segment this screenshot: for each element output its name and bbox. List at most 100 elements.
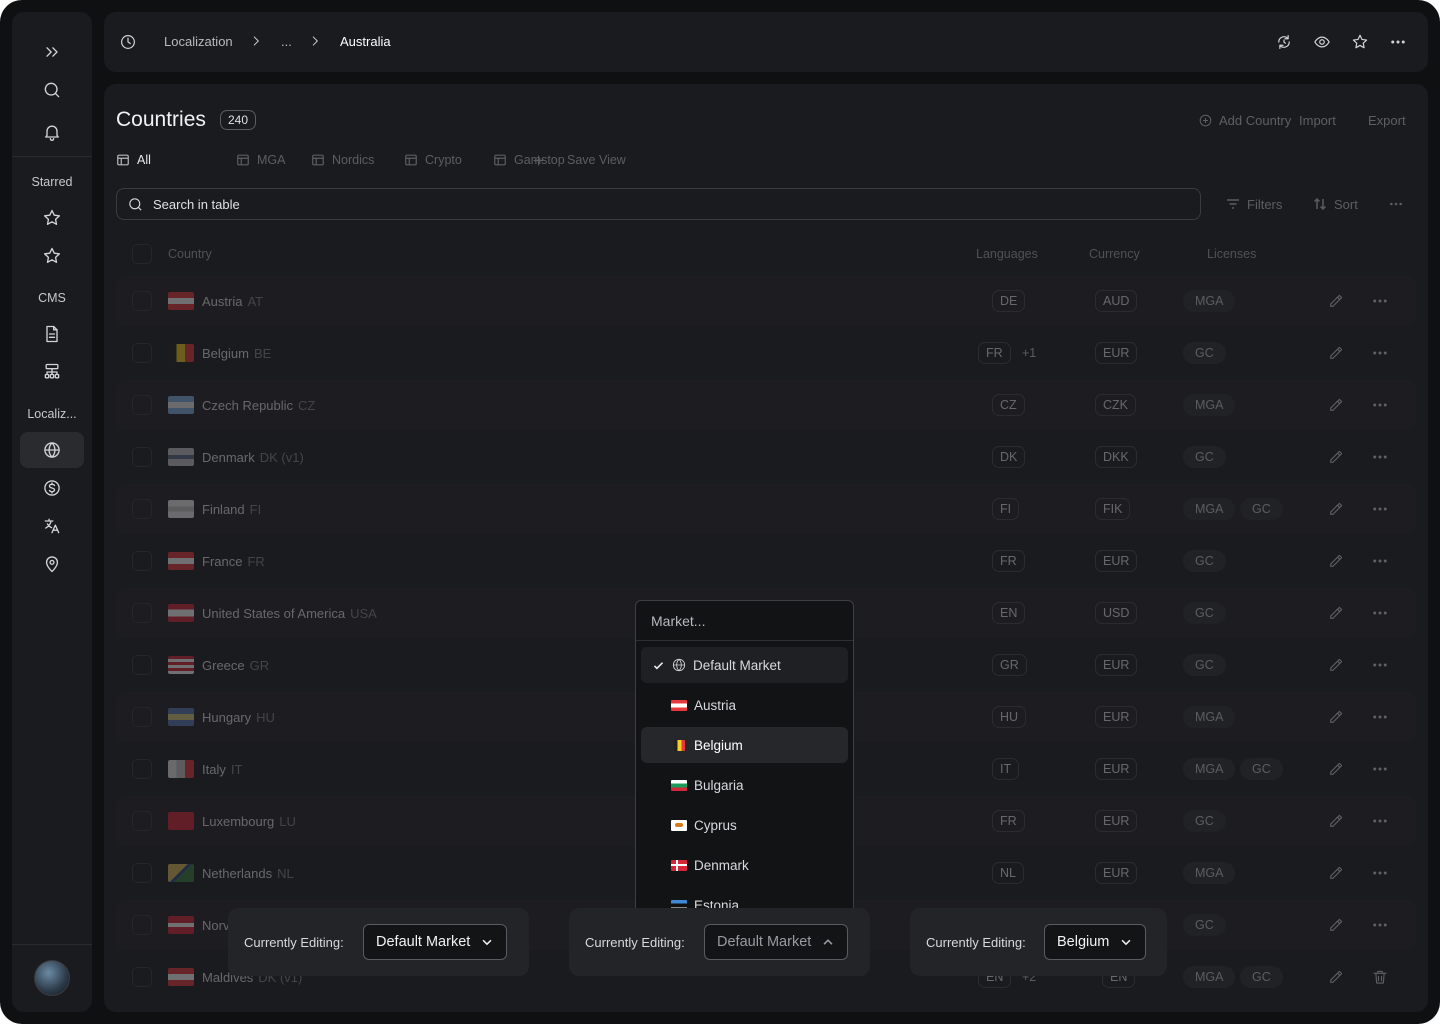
edit-icon[interactable] [1327, 916, 1345, 934]
edit-icon[interactable] [1327, 864, 1345, 882]
edit-icon[interactable] [1327, 500, 1345, 518]
history-icon[interactable] [119, 33, 137, 51]
row-checkbox[interactable] [132, 863, 152, 883]
edit-icon[interactable] [1327, 552, 1345, 570]
table-row[interactable]: Finland FI FI FIK MGA GC [116, 484, 1416, 534]
add-country-button[interactable]: Add Country [1198, 113, 1291, 128]
row-checkbox[interactable] [132, 655, 152, 675]
search-icon[interactable] [32, 72, 72, 108]
row-checkbox[interactable] [132, 291, 152, 311]
currency-icon[interactable] [32, 470, 72, 506]
market-select-open[interactable]: Default Market [704, 924, 849, 960]
tab-crypto[interactable]: Crypto [404, 153, 462, 167]
more-icon[interactable] [1371, 396, 1389, 414]
market-option-belgium[interactable]: Belgium [641, 727, 848, 763]
row-checkbox[interactable] [132, 967, 152, 987]
market-option-default[interactable]: Default Market [641, 647, 848, 683]
table-row[interactable]: France FR FR EUR GC [116, 536, 1416, 586]
country-flag [168, 708, 194, 726]
edit-icon[interactable] [1327, 396, 1345, 414]
row-checkbox[interactable] [132, 395, 152, 415]
market-option-austria[interactable]: Austria [641, 687, 848, 723]
bell-icon[interactable] [32, 114, 72, 150]
star-icon[interactable] [32, 200, 72, 236]
row-checkbox[interactable] [132, 707, 152, 727]
more-icon[interactable] [1371, 656, 1389, 674]
edit-icon[interactable] [1327, 708, 1345, 726]
more-icon[interactable] [1371, 448, 1389, 466]
filters-button[interactable]: Filters [1225, 196, 1282, 212]
save-view-button[interactable]: Save View [532, 153, 626, 167]
tab-mga[interactable]: MGA [236, 153, 285, 167]
more-icon[interactable] [1389, 33, 1407, 51]
breadcrumb-root[interactable]: Localization [164, 34, 233, 49]
more-icon[interactable] [1371, 552, 1389, 570]
sidebar-section-cms: CMS [38, 291, 66, 305]
table-row[interactable]: Belgium BE FR +1 EUR GC [116, 328, 1416, 378]
more-icon[interactable] [1371, 760, 1389, 778]
edit-icon[interactable] [1327, 604, 1345, 622]
edit-icon[interactable] [1327, 448, 1345, 466]
column-licenses[interactable]: Licenses [1207, 247, 1256, 261]
edit-icon[interactable] [1327, 812, 1345, 830]
chevron-right-icon [308, 34, 322, 48]
translate-icon[interactable] [32, 508, 72, 544]
market-option-cyprus[interactable]: Cyprus [641, 807, 848, 843]
row-checkbox[interactable] [132, 343, 152, 363]
market-option-bulgaria[interactable]: Bulgaria [641, 767, 848, 803]
market-select-belgium[interactable]: Belgium [1044, 924, 1147, 960]
country-flag [168, 656, 194, 674]
star-icon[interactable] [1351, 33, 1369, 51]
more-icon[interactable] [1371, 864, 1389, 882]
edit-icon[interactable] [1327, 656, 1345, 674]
row-checkbox[interactable] [132, 811, 152, 831]
user-avatar[interactable] [34, 960, 70, 996]
sitemap-icon[interactable] [32, 354, 72, 390]
tab-nordics[interactable]: Nordics [311, 153, 374, 167]
column-languages[interactable]: Languages [976, 247, 1038, 261]
map-pin-icon[interactable] [32, 546, 72, 582]
export-button[interactable]: Export [1368, 113, 1406, 128]
market-select[interactable]: Default Market [363, 924, 508, 960]
flag-bulgaria [671, 779, 687, 791]
tab-all[interactable]: All [116, 153, 151, 167]
table-row[interactable]: Czech Republic CZ CZ CZK MGA [116, 380, 1416, 430]
breadcrumb-ellipsis[interactable]: ... [281, 34, 292, 49]
refresh-icon[interactable] [1275, 33, 1293, 51]
row-checkbox[interactable] [132, 499, 152, 519]
table-row[interactable]: Denmark DK (v1) DK DKK GC [116, 432, 1416, 482]
import-button[interactable]: Import [1299, 113, 1336, 128]
more-icon[interactable] [1371, 916, 1389, 934]
more-icon[interactable] [1371, 500, 1389, 518]
globe-icon[interactable] [20, 432, 84, 468]
eye-icon[interactable] [1313, 33, 1331, 51]
more-icon[interactable] [1371, 812, 1389, 830]
document-icon[interactable] [32, 316, 72, 352]
market-option-denmark[interactable]: Denmark [641, 847, 848, 883]
row-checkbox[interactable] [132, 447, 152, 467]
more-icon[interactable] [1388, 196, 1404, 212]
expand-sidebar-icon[interactable] [32, 34, 72, 70]
row-checkbox[interactable] [132, 759, 152, 779]
star-icon[interactable] [32, 238, 72, 274]
edit-icon[interactable] [1327, 344, 1345, 362]
edit-icon[interactable] [1327, 968, 1345, 986]
row-checkbox[interactable] [132, 603, 152, 623]
row-checkbox[interactable] [132, 551, 152, 571]
column-country[interactable]: Country [168, 247, 212, 261]
license-pill: GC [1183, 602, 1226, 624]
more-icon[interactable] [1371, 292, 1389, 310]
more-icon[interactable] [1371, 344, 1389, 362]
sort-button[interactable]: Sort [1312, 196, 1358, 212]
column-currency[interactable]: Currency [1089, 247, 1140, 261]
search-input[interactable]: Search in table [116, 188, 1201, 220]
market-search-input[interactable]: Market... [636, 601, 853, 641]
edit-icon[interactable] [1327, 760, 1345, 778]
more-icon[interactable] [1371, 708, 1389, 726]
trash-icon[interactable] [1371, 968, 1389, 986]
edit-icon[interactable] [1327, 292, 1345, 310]
table-row[interactable]: Austria AT DE AUD MGA [116, 276, 1416, 326]
row-checkbox[interactable] [132, 915, 152, 935]
more-icon[interactable] [1371, 604, 1389, 622]
select-all-checkbox[interactable] [132, 244, 152, 264]
